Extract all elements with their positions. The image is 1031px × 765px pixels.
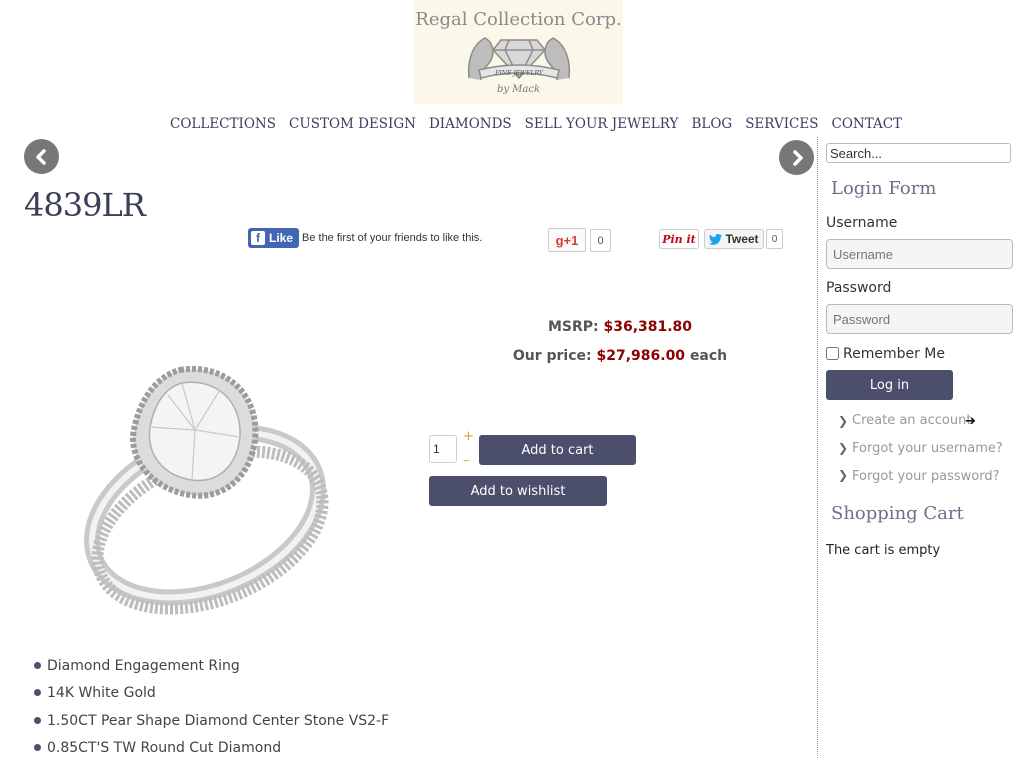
cart-status: The cart is empty (826, 543, 941, 558)
chevron-left-icon (35, 148, 46, 165)
msrp-label: MSRP: (547, 319, 599, 335)
nav-item-sell-your-jewelry[interactable]: SELL YOUR JEWELRY (525, 116, 679, 132)
chevron-right-icon: ❯ (838, 468, 849, 482)
tweet-button[interactable]: Tweet (704, 229, 764, 249)
product-title: 4839LR (24, 186, 146, 224)
facebook-like-label: Like (269, 231, 294, 245)
login-form-title: Login Form (831, 178, 937, 199)
next-product-button[interactable] (779, 140, 814, 175)
nav-item-contact[interactable]: CONTACT (832, 116, 903, 132)
add-to-cart-button[interactable]: Add to cart (479, 435, 636, 465)
facebook-like-text: Be the first of your friends to like thi… (302, 232, 483, 244)
nav-item-blog[interactable]: BLOG (691, 116, 732, 132)
add-to-wishlist-button[interactable]: Add to wishlist (429, 476, 607, 506)
product-image[interactable] (70, 315, 350, 625)
site-logo[interactable]: Regal Collection Corp. FINE JEWELRY by M… (414, 0, 623, 104)
product-features: Diamond Engagement Ring 14K White Gold 1… (34, 656, 389, 765)
feature-item: 14K White Gold (34, 683, 389, 710)
msrp-value: $36,381.80 (603, 319, 693, 335)
our-price: Our price: $27,986.00 each (440, 348, 800, 364)
chevron-right-icon (792, 149, 803, 166)
nav-item-collections[interactable]: COLLECTIONS (170, 116, 276, 132)
forgot-username-link[interactable]: Forgot your username? (852, 441, 1003, 456)
google-plus-count: 0 (590, 229, 611, 252)
feature-item: Diamond Engagement Ring (34, 656, 389, 683)
chevron-right-icon: ❯ (838, 414, 849, 428)
remember-me-checkbox[interactable] (826, 347, 839, 360)
quantity-decrease-button[interactable]: – (463, 453, 470, 468)
facebook-like-button[interactable]: f Like (248, 228, 300, 248)
svg-text:FINE JEWELRY: FINE JEWELRY (494, 70, 544, 77)
username-label: Username (826, 215, 898, 231)
logo-brand-text: Regal Collection Corp. (415, 9, 622, 30)
tweet-count: 0 (766, 229, 783, 249)
nav-item-diamonds[interactable]: DIAMONDS (429, 116, 512, 132)
username-field[interactable] (826, 239, 1013, 269)
sidebar-divider (817, 137, 818, 758)
nav-item-custom-design[interactable]: CUSTOM DESIGN (289, 116, 416, 132)
twitter-bird-icon (709, 233, 723, 245)
password-label: Password (826, 280, 892, 296)
quantity-input[interactable] (429, 435, 457, 463)
tweet-label: Tweet (725, 232, 759, 246)
search-input[interactable] (826, 143, 1011, 163)
our-price-label: Our price: (512, 348, 592, 364)
pinterest-button[interactable]: Pin it (659, 229, 699, 249)
lion-crest-icon: FINE JEWELRY (467, 37, 571, 81)
shopping-cart-title: Shopping Cart (831, 503, 964, 524)
our-price-value: $27,986.00 (596, 348, 686, 364)
chevron-right-icon: ❯ (838, 441, 849, 455)
login-button[interactable]: Log in (826, 370, 953, 400)
msrp-price: MSRP: $36,381.80 (440, 319, 800, 335)
facebook-icon: f (251, 231, 265, 245)
logo-byline: by Mack (496, 84, 541, 95)
google-plus-button[interactable]: g+1 (548, 228, 586, 252)
main-nav: COLLECTIONS CUSTOM DESIGN DIAMONDS SELL YOU… (0, 113, 1031, 133)
feature-item: 0.85CT'S TW Round Cut Diamond (34, 738, 389, 765)
arrow-right-icon: ➜ (965, 414, 976, 429)
password-field[interactable] (826, 304, 1013, 334)
quantity-increase-button[interactable]: + (463, 429, 474, 444)
feature-item: 1.50CT Pear Shape Diamond Center Stone V… (34, 711, 389, 738)
create-account-link[interactable]: Create an account (852, 413, 971, 428)
nav-item-services[interactable]: SERVICES (745, 116, 818, 132)
remember-me-label: Remember Me (843, 346, 945, 362)
price-suffix: each (689, 348, 728, 364)
forgot-password-link[interactable]: Forgot your password? (852, 469, 1000, 484)
previous-product-button[interactable] (24, 139, 59, 174)
